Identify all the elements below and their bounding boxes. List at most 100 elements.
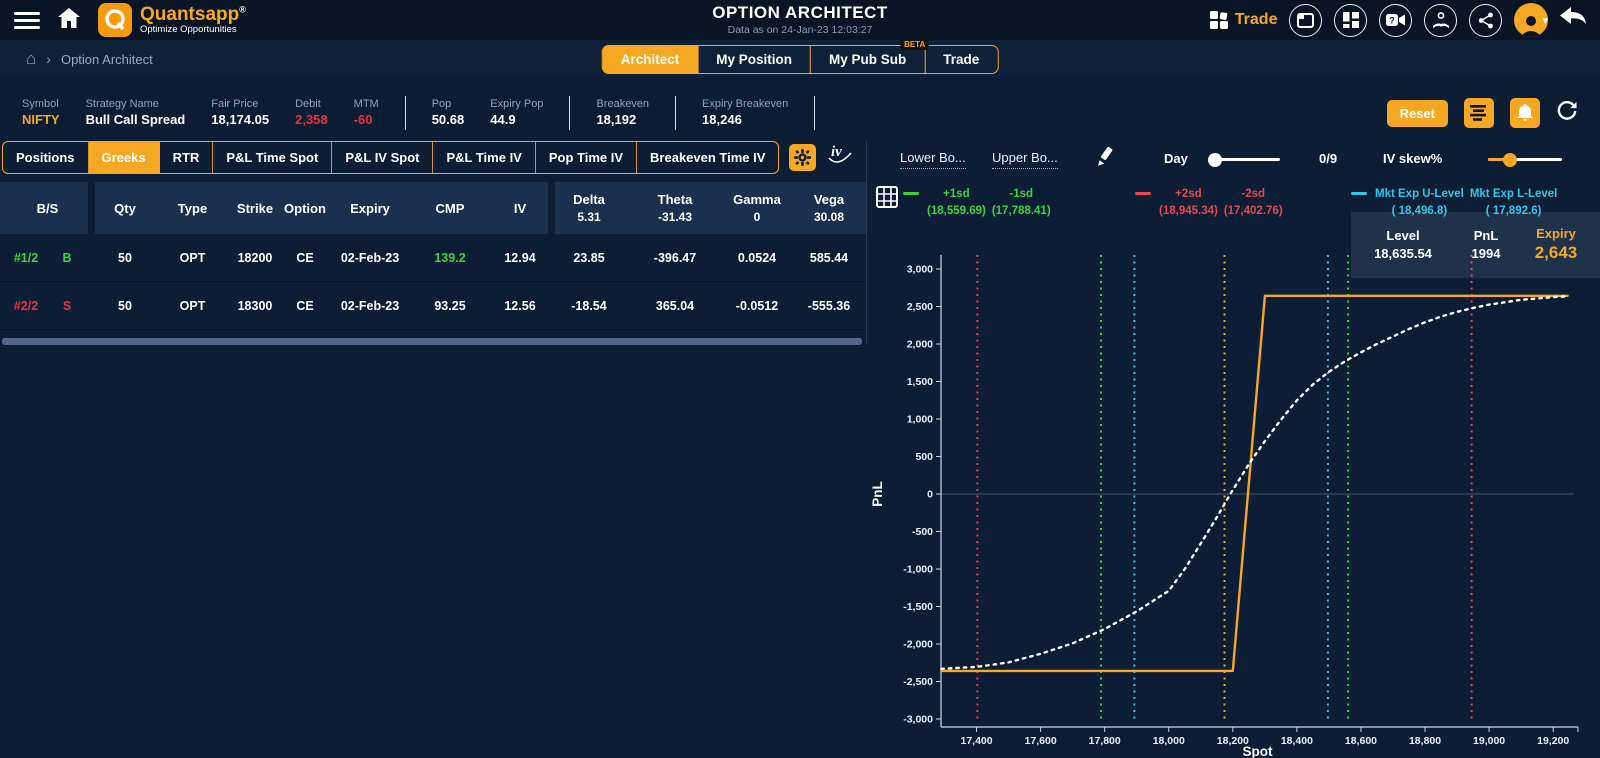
trade-shortcut[interactable]: Trade [1209, 11, 1278, 29]
header-delta[interactable]: Delta 5.31 [550, 192, 628, 224]
tooltip-label: PnL [1473, 228, 1499, 244]
strategy-field-label: Symbol [22, 98, 59, 110]
day-slider[interactable] [1208, 152, 1280, 167]
edit-bounds-button[interactable] [1095, 146, 1117, 173]
view-tab-p-l-iv-spot[interactable]: P&L IV Spot [332, 141, 434, 173]
strategy-field-value: 18,192 [596, 111, 637, 127]
breadcrumb-chevron-icon: › [46, 51, 51, 67]
header-qty[interactable]: Qty [95, 201, 155, 216]
legend-item--2sd[interactable]: -2sd (17,402.76) [1224, 186, 1283, 219]
legend-item-label: Mkt Exp L-Level [1469, 188, 1558, 200]
share-button[interactable] [1469, 3, 1503, 37]
header-option[interactable]: Option [280, 201, 330, 216]
cell-vega: -555.36 [807, 298, 851, 313]
strategy-field-value: 44.9 [490, 111, 516, 127]
home-button[interactable] [58, 7, 80, 33]
x-tick-label: 18,600 [1345, 735, 1377, 747]
table-row[interactable]: #1/2 B 50 OPT 18200 CE 02-Feb-23 139.2 12.94 23.8… [0, 234, 866, 282]
cell-bs: #2/2 S [0, 299, 95, 313]
chart-tooltip: Level 18,635.54 PnL 1994 Expiry 2,643 [1351, 212, 1600, 278]
table-horizontal-scrollbar[interactable] [2, 338, 862, 345]
window-button[interactable] [1289, 3, 1323, 37]
header-cmp[interactable]: CMP [410, 201, 490, 216]
iv-chart-button[interactable]: iv [824, 141, 856, 174]
nav-tab-architect[interactable]: Architect [602, 45, 699, 73]
greek-total-vega: 30.08 [813, 210, 845, 224]
day-slider-value: 0/9 [1319, 151, 1338, 166]
trade-label: Trade [1234, 11, 1278, 28]
iv-skew-slider[interactable] [1488, 152, 1562, 167]
refresh-button[interactable] [1556, 100, 1578, 127]
nav-tab-my-pub-sub[interactable]: My Pub Sub BETA [811, 38, 929, 73]
buy-sell-flag: B [62, 250, 72, 265]
view-tab-p-l-time-iv[interactable]: P&L Time IV [433, 141, 536, 173]
strategy-field-breakeven: Breakeven 18,192 [596, 98, 649, 128]
data-table-button[interactable] [876, 186, 898, 213]
position-id: #1/2 [13, 250, 39, 265]
layout-button[interactable] [1334, 3, 1368, 37]
legend-item--1sd[interactable]: -1sd (17,788.41) [992, 186, 1051, 219]
legend-item--1sd[interactable]: +1sd (18,559.69) [927, 186, 986, 219]
header-iv[interactable]: IV [490, 201, 550, 216]
view-tab-p-l-time-spot[interactable]: P&L Time Spot [213, 141, 333, 173]
header-vega[interactable]: Vega 30.08 [792, 192, 866, 224]
header-theta[interactable]: Theta -31.43 [628, 192, 722, 224]
greek-total-theta: -31.43 [657, 210, 693, 224]
view-tab-breakeven-time-iv[interactable]: Breakeven Time IV [637, 142, 778, 173]
separator [569, 96, 571, 130]
iv-skew-slider-thumb[interactable] [1503, 152, 1518, 167]
strategy-field-label: Strategy Name [85, 98, 159, 110]
cell-expiry: 02-Feb-23 [340, 250, 400, 265]
nav-tab-label: My Pub Sub [829, 51, 907, 67]
nav-tab-group: Architect My Position My Pub Sub BETA Trade [601, 38, 999, 74]
view-tab-positions[interactable]: Positions [3, 141, 89, 173]
legend-item-label: -2sd [1241, 188, 1266, 200]
header-strike[interactable]: Strike [230, 201, 280, 216]
cell-cmp: 93.25 [434, 298, 466, 313]
back-button[interactable] [1560, 6, 1586, 34]
list-icon [1470, 105, 1486, 121]
y-tick-label: 2,500 [907, 301, 933, 313]
separator [814, 96, 816, 130]
nav-tab-trade[interactable]: Trade [925, 46, 997, 73]
chevron-down-icon[interactable]: ▾ [1542, 14, 1548, 27]
legend-item--2sd[interactable]: +2sd (18,945.34) [1159, 186, 1218, 219]
header-label: Delta [573, 192, 605, 207]
upper-bound-link[interactable]: Upper Bo... [992, 150, 1058, 169]
tooltip-col-pnl: PnL 1994 [1455, 227, 1517, 262]
hamburger-menu-button[interactable] [14, 11, 40, 29]
header-expiry[interactable]: Expiry [330, 201, 410, 216]
settings-button[interactable] [789, 143, 817, 171]
table-row[interactable]: #2/2 S 50 OPT 18300 CE 02-Feb-23 93.25 12.56 -18.… [0, 282, 866, 330]
series-t-0-pnl [940, 295, 1569, 670]
lower-bound-link[interactable]: Lower Bo... [900, 150, 966, 169]
view-tab-greeks[interactable]: Greeks [88, 141, 160, 173]
nav-tab-label: Trade [943, 51, 980, 67]
view-tab-pop-time-iv[interactable]: Pop Time IV [536, 141, 638, 173]
tooltip-label: Level [1386, 228, 1420, 244]
pnl-chart[interactable]: 3,000 2,500 2,000 1,500 1,000 500 0 -500 -1,000 -… [868, 218, 1600, 758]
header-type[interactable]: Type [155, 201, 230, 216]
view-tab-rtr[interactable]: RTR [160, 141, 214, 173]
nav-tab-my-position[interactable]: My Position [698, 45, 811, 73]
video-help-button[interactable]: ? [1379, 3, 1413, 37]
header-column-gap [88, 182, 95, 234]
day-slider-thumb[interactable] [1208, 152, 1223, 167]
breadcrumb-home-icon[interactable]: ⌂ [26, 49, 36, 69]
brand-logo[interactable] [98, 3, 132, 37]
alerts-button[interactable] [1510, 98, 1540, 128]
strategy-field-symbol: Symbol NIFTY [22, 98, 60, 128]
learn-button[interactable] [1424, 3, 1458, 37]
strategy-summary-bar: Symbol NIFTY Strategy Name Bull Call Spread… [8, 91, 1592, 135]
reset-button[interactable]: Reset [1386, 99, 1448, 127]
strategy-field-label: Fair Price [211, 98, 259, 110]
header-b/s[interactable]: B/S [0, 201, 95, 216]
trade-log-button[interactable] [1464, 98, 1494, 128]
strategy-field-value: 2,358 [295, 111, 328, 127]
strategy-field-fair-price: Fair Price 18,174.05 [211, 98, 269, 128]
cell-strike: 18300 [237, 298, 273, 313]
tooltip-col-level: Level 18,635.54 [1351, 227, 1455, 262]
header-gamma[interactable]: Gamma 0 [722, 192, 792, 224]
strategy-field-value: 50.68 [431, 111, 465, 127]
separator [404, 96, 406, 130]
